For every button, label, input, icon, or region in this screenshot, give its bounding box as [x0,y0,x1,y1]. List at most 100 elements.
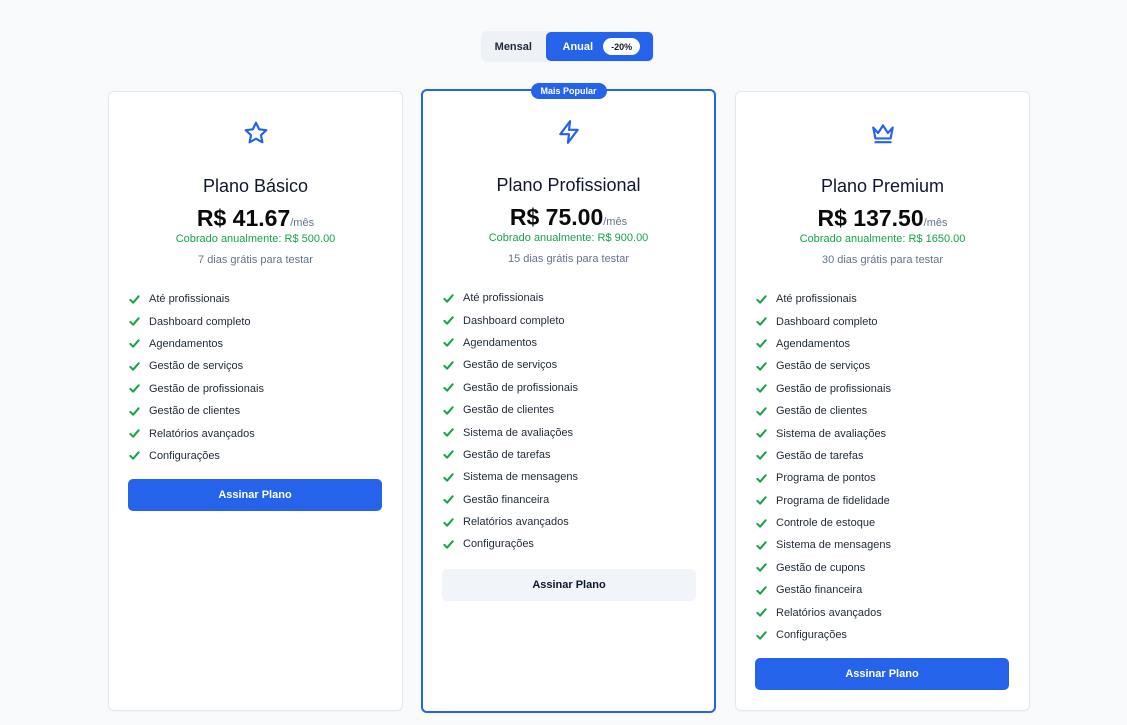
feature-item: Até profissionais [129,288,264,310]
plan-billed-annually: Cobrado anualmente: R$ 900.00 [488,232,649,244]
check-icon [756,316,767,327]
feature-label: Gestão financeira [776,584,863,597]
feature-item: Sistema de avaliações [443,421,578,443]
check-icon [756,540,767,551]
billing-toggle: Mensal Anual -20% [481,31,654,62]
zap-icon [423,119,714,145]
feature-item: Gestão de serviços [443,354,578,376]
check-icon [129,316,140,327]
feature-label: Agendamentos [149,337,223,350]
check-icon [756,450,767,461]
feature-label: Configurações [149,449,220,462]
plan-price: R$ 75.00 [509,204,604,230]
check-icon [129,361,140,372]
check-icon [443,293,454,304]
check-icon [129,338,140,349]
plan-billed-annually: Cobrado anualmente: R$ 1650.00 [799,233,966,245]
plan-price-row: R$ 137.50/mês [736,205,1029,232]
feature-label: Até profissionais [463,292,544,305]
feature-list: Até profissionais Dashboard completo Agend… [443,287,578,556]
check-icon [443,315,454,326]
feature-list: Até profissionais Dashboard completo Agend… [756,288,891,646]
plan-card-premium: Plano Premium R$ 137.50/mês Cobrado anua… [735,91,1030,711]
feature-label: Relatórios avançados [776,606,882,619]
feature-label: Gestão financeira [463,493,550,506]
feature-item: Relatórios avançados [129,422,264,444]
feature-label: Relatórios avançados [463,516,569,529]
feature-label: Programa de pontos [776,472,876,485]
feature-item: Gestão de profissionais [756,378,891,400]
subscribe-button-premium[interactable]: Assinar Plano [755,658,1009,690]
plan-name: Plano Profissional [496,175,641,195]
feature-label: Dashboard completo [149,315,251,328]
feature-label: Gestão de tarefas [463,448,551,461]
feature-item: Sistema de mensagens [756,534,891,556]
plan-card-professional: Mais Popular Plano Profissional R$ 75.00… [421,83,716,713]
feature-item: Dashboard completo [129,310,264,332]
feature-label: Até profissionais [776,293,857,306]
feature-item: Gestão de tarefas [756,445,891,467]
check-icon [443,494,454,505]
feature-label: Relatórios avançados [149,427,255,440]
feature-item: Gestão financeira [443,489,578,511]
feature-item: Relatórios avançados [443,511,578,533]
feature-item: Sistema de mensagens [443,466,578,488]
plan-trial: 15 dias grátis para testar [507,253,630,265]
feature-item: Dashboard completo [756,310,891,332]
most-popular-badge: Mais Popular [530,83,607,99]
star-icon [109,120,402,146]
check-icon [756,585,767,596]
check-icon [129,294,140,305]
feature-item: Programa de fidelidade [756,490,891,512]
check-icon [443,539,454,550]
feature-label: Dashboard completo [776,315,878,328]
check-icon [443,360,454,371]
check-icon [443,405,454,416]
check-icon [756,562,767,573]
feature-label: Gestão de clientes [149,405,241,418]
feature-item: Configurações [129,445,264,467]
feature-item: Gestão de serviços [129,355,264,377]
feature-item: Gestão de clientes [443,399,578,421]
feature-label: Agendamentos [463,336,537,349]
check-icon [756,518,767,529]
billing-annual-option[interactable]: Anual -20% [545,32,653,61]
feature-item: Até profissionais [756,288,891,310]
subscribe-button-basic[interactable]: Assinar Plano [128,479,382,511]
feature-label: Configurações [776,629,847,642]
check-icon [129,428,140,439]
feature-item: Gestão de clientes [756,400,891,422]
check-icon [756,630,767,641]
feature-item: Gestão de cupons [756,557,891,579]
check-icon [443,382,454,393]
billing-monthly-option[interactable]: Mensal [481,32,546,61]
plan-name: Plano Básico [202,176,309,196]
check-icon [129,450,140,461]
feature-item: Gestão de profissionais [129,378,264,400]
check-icon [443,449,454,460]
feature-item: Até profissionais [443,287,578,309]
plan-billed-annually: Cobrado anualmente: R$ 500.00 [175,233,336,245]
check-icon [756,383,767,394]
feature-item: Gestão de serviços [756,355,891,377]
feature-label: Gestão de profissionais [463,381,578,394]
check-icon [443,472,454,483]
feature-item: Agendamentos [129,333,264,355]
feature-item: Sistema de avaliações [756,422,891,444]
feature-label: Dashboard completo [463,314,565,327]
feature-label: Sistema de mensagens [463,471,578,484]
check-icon [443,427,454,438]
feature-label: Gestão de serviços [149,360,244,373]
feature-label: Gestão de serviços [463,359,558,372]
check-icon [443,337,454,348]
feature-item: Gestão de clientes [129,400,264,422]
subscribe-button-professional[interactable]: Assinar Plano [442,569,696,601]
feature-label: Programa de fidelidade [776,494,890,507]
feature-label: Sistema de mensagens [776,539,891,552]
plan-trial: 30 dias grátis para testar [821,254,944,266]
plan-price: R$ 137.50 [817,205,924,231]
feature-label: Gestão de clientes [463,404,555,417]
feature-list: Até profissionais Dashboard completo Agend… [129,288,264,467]
feature-label: Sistema de avaliações [776,427,887,440]
plan-price-row: R$ 41.67/mês [109,205,402,232]
